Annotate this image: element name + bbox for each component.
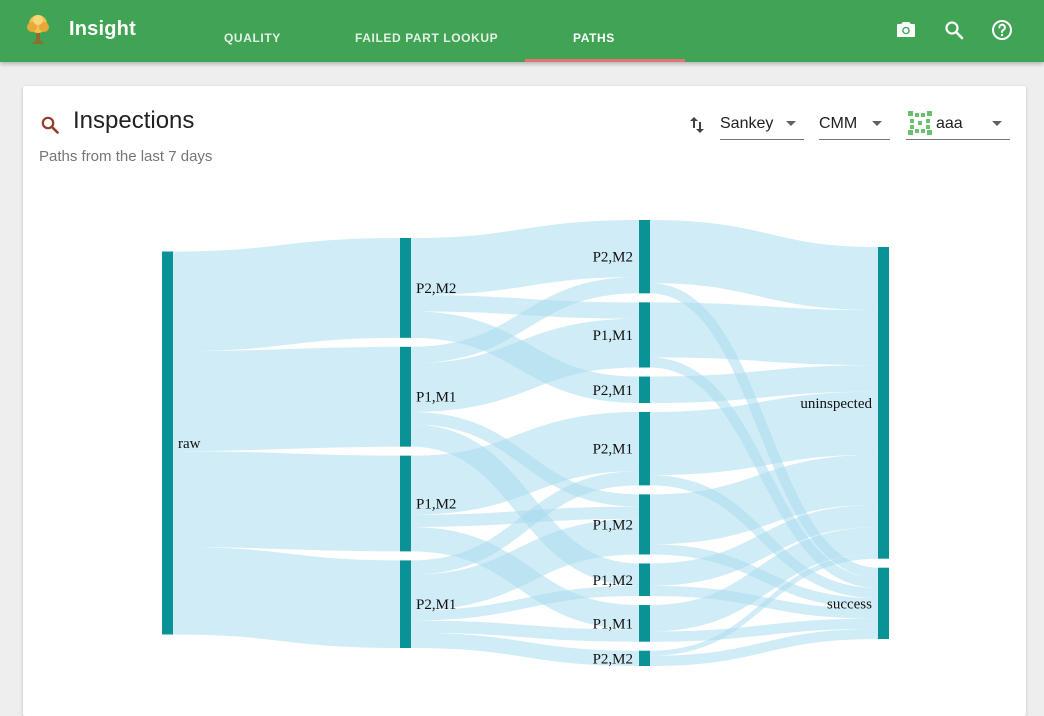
sankey-node-b_p1m1[interactable] [639,302,650,368]
sankey-link [410,295,640,319]
sankey-node-b_p2m2b[interactable] [639,650,650,666]
sankey-label-b_p1m2b: P1,M2 [593,573,633,589]
active-tab-indicator [525,59,685,62]
sankey-node-b_p2m1b[interactable] [639,412,650,486]
sankey-label-raw: raw [178,436,201,452]
app-title: Insight [69,18,136,40]
sankey-label-b_p1m2a: P1,M2 [593,517,633,533]
sankey-node-success[interactable] [878,567,889,639]
sankey-link [649,219,879,311]
sankey-label-b_p2m1b: P2,M1 [593,442,633,458]
tab-failed-part-lookup[interactable]: FAILED PART LOOKUP [355,31,498,45]
sankey-node-a_p1m2[interactable] [400,455,411,552]
sankey-link [172,237,401,352]
tab-quality[interactable]: QUALITY [224,31,281,45]
sankey-link [172,546,401,648]
sankey-node-b_p2m2[interactable] [639,220,650,294]
sankey-node-b_p2m1a[interactable] [639,376,650,404]
sankey-label-a_p1m2: P1,M2 [416,497,456,513]
sankey-node-a_p1m1[interactable] [400,346,411,447]
sankey-node-b_p1m2a[interactable] [639,494,650,555]
sankey-node-raw[interactable] [162,251,173,635]
sankey-node-b_p1m1b[interactable] [639,605,650,642]
sankey-node-a_p2m1[interactable] [400,560,411,648]
sankey-node-a_p2m2[interactable] [400,238,411,338]
inspections-card: Inspections Paths from the last 7 days S… [23,86,1026,716]
sankey-chart: raw P2,M2 P1,M1 P1,M2 P2,M1 P2,M2 P1,M1 P2,M1 P2… [162,219,889,667]
sankey-label-a_p1m1: P1,M1 [416,390,456,406]
sankey-label-b_p2m2: P2,M2 [593,250,633,266]
sankey-link [172,451,401,552]
sankey-links [172,219,879,667]
search-icon[interactable] [942,18,966,42]
sankey-label-b_p1m1b: P1,M1 [593,616,633,632]
sankey-label-a_p2m1: P2,M1 [416,597,456,613]
camera-icon[interactable] [894,18,918,42]
sankey-label-success: success [827,596,872,612]
tab-paths[interactable]: PATHS [573,31,615,45]
sankey-label-b_p2m2b: P2,M2 [593,651,633,667]
sankey-link [649,302,879,366]
sankey-node-b_p1m2b[interactable] [639,563,650,597]
sankey-link [649,365,879,404]
sankey-node-uninspected[interactable] [878,247,889,559]
sankey-label-b_p1m1: P1,M1 [593,328,633,344]
sankey-label-b_p2m1a: P2,M1 [593,383,633,399]
sankey-link [172,346,401,452]
sankey-label-uninspected: uninspected [800,396,872,412]
sankey-link [649,391,879,476]
sankey-label-a_p2m2: P2,M2 [416,281,456,297]
help-icon[interactable] [990,18,1014,42]
app-header: Insight QUALITY FAILED PART LOOKUP PATHS [0,0,1044,62]
tree-logo-icon [27,15,49,44]
